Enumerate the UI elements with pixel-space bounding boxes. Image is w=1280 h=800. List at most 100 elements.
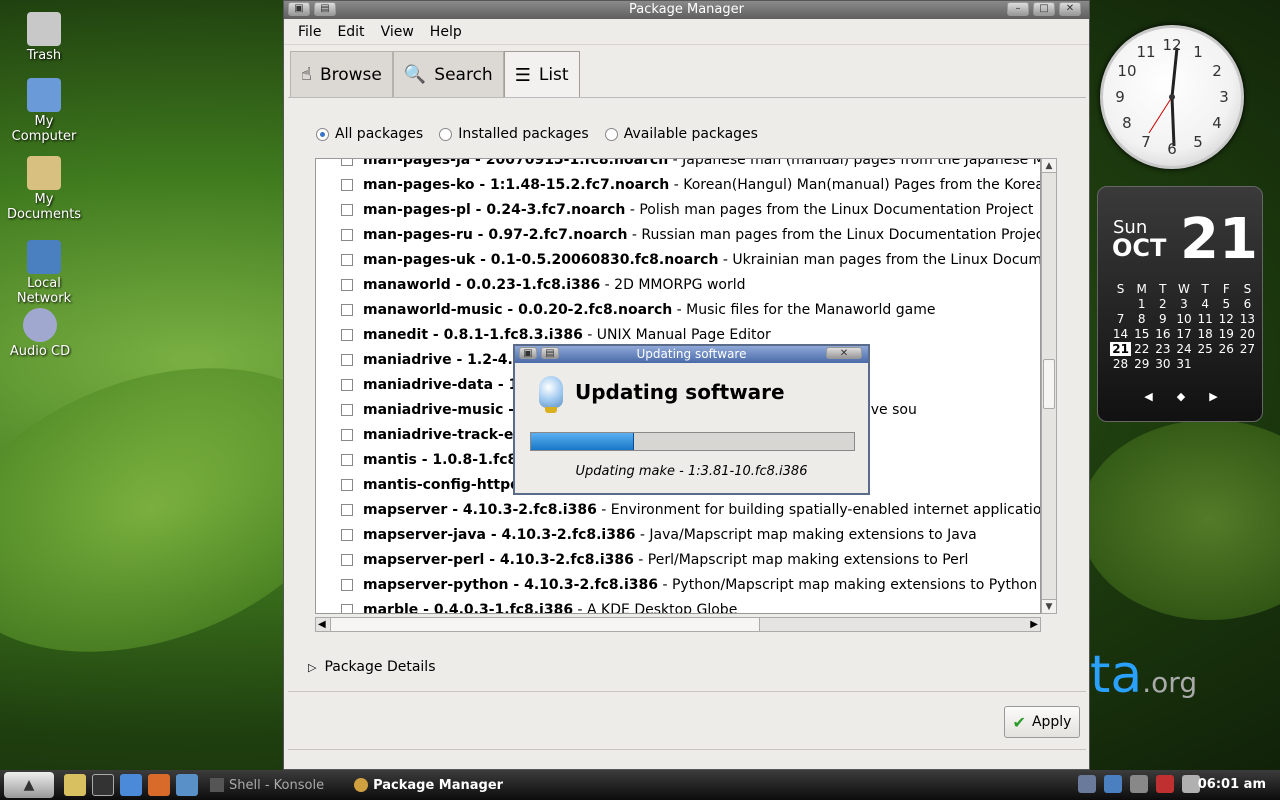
list-item[interactable]: man-pages-ko - 1:1.48-15.2.fc7.noarch - … xyxy=(316,172,1040,197)
package-checkbox[interactable] xyxy=(341,178,353,191)
konqueror-icon[interactable] xyxy=(120,774,142,796)
scroll-thumb[interactable] xyxy=(1043,359,1055,409)
package-checkbox[interactable] xyxy=(341,553,353,566)
list-item[interactable]: mapserver - 4.10.3-2.fc8.i386 - Environm… xyxy=(316,497,1040,522)
calendar-day-cell[interactable]: 17 xyxy=(1173,327,1194,341)
calendar-day-cell[interactable] xyxy=(1237,357,1258,371)
calendar-day-cell[interactable]: 19 xyxy=(1216,327,1237,341)
package-checkbox[interactable] xyxy=(341,428,353,441)
desktop-icon[interactable]: My Computer xyxy=(4,78,84,144)
dialog-sticky-icon[interactable]: ▤ xyxy=(541,347,559,359)
calendar-day-cell[interactable]: 2 xyxy=(1152,297,1173,311)
radio-indicator[interactable] xyxy=(604,127,618,141)
calendar-day-cell[interactable]: 10 xyxy=(1173,312,1194,326)
calendar-day-cell[interactable]: 21 xyxy=(1110,342,1132,356)
scroll-up-icon[interactable]: ▲ xyxy=(1042,159,1056,173)
calendar-day-cell[interactable]: 18 xyxy=(1195,327,1216,341)
dialog-close-icon[interactable]: ✕ xyxy=(826,347,862,359)
tray-lock-icon[interactable] xyxy=(1078,775,1096,793)
calendar-day-cell[interactable]: 12 xyxy=(1216,312,1237,326)
calendar-day-cell[interactable] xyxy=(1195,357,1216,371)
list-item[interactable]: mapserver-python - 4.10.3-2.fc8.i386 - P… xyxy=(316,572,1040,597)
package-checkbox[interactable] xyxy=(341,253,353,266)
calendar-day-cell[interactable]: 3 xyxy=(1173,297,1194,311)
menu-view[interactable]: View xyxy=(373,24,422,40)
list-item[interactable]: man-pages-pl - 0.24-3.fc7.noarch - Polis… xyxy=(316,197,1040,222)
package-checkbox[interactable] xyxy=(341,159,353,166)
list-item[interactable]: manaworld - 0.0.23-1.fc8.i386 - 2D MMORP… xyxy=(316,272,1040,297)
hscroll-thumb[interactable] xyxy=(330,618,760,631)
calendar-day-cell[interactable]: 11 xyxy=(1195,312,1216,326)
scroll-right-icon[interactable]: ▶ xyxy=(1030,618,1038,631)
taskbar-clock[interactable]: 06:01 am xyxy=(1198,777,1266,792)
tray-network-icon[interactable] xyxy=(1104,775,1122,793)
vertical-scrollbar[interactable]: ▲ ▼ xyxy=(1041,158,1057,614)
calendar-day-cell[interactable]: 8 xyxy=(1131,312,1152,326)
desktop-icon[interactable]: My Documents xyxy=(4,156,84,222)
tab-search[interactable]: 🔍 Search xyxy=(392,51,504,97)
tray-update-alert-icon[interactable] xyxy=(1156,775,1174,793)
package-checkbox[interactable] xyxy=(341,203,353,216)
list-item[interactable]: manaworld-music - 0.0.20-2.fc8.noarch - … xyxy=(316,297,1040,322)
task-konsole[interactable]: Shell - Konsole xyxy=(210,778,324,793)
package-checkbox[interactable] xyxy=(341,403,353,416)
dialog-menu-icon[interactable]: ▣ xyxy=(519,347,537,359)
filter-radio[interactable]: Available packages xyxy=(604,126,758,142)
calendar-day-cell[interactable]: 26 xyxy=(1216,342,1237,356)
menu-edit[interactable]: Edit xyxy=(329,24,372,40)
list-item[interactable]: man-pages-uk - 0.1-0.5.20060830.fc8.noar… xyxy=(316,247,1040,272)
tab-browse[interactable]: ☝ Browse xyxy=(290,51,393,97)
calendar-day-cell[interactable]: 29 xyxy=(1131,357,1152,371)
start-menu-button[interactable]: ▲ xyxy=(4,772,54,798)
package-checkbox[interactable] xyxy=(341,528,353,541)
calendar-day-cell[interactable]: 7 xyxy=(1110,312,1131,326)
calendar-day-cell[interactable]: 14 xyxy=(1110,327,1131,341)
close-icon[interactable]: ✕ xyxy=(1059,2,1081,16)
list-item[interactable]: man-pages-ru - 0.97-2.fc7.noarch - Russi… xyxy=(316,222,1040,247)
scroll-left-icon[interactable]: ◀ xyxy=(318,618,326,631)
package-checkbox[interactable] xyxy=(341,453,353,466)
calendar-day-cell[interactable]: 24 xyxy=(1173,342,1194,356)
package-details-expander[interactable]: ▷ Package Details xyxy=(308,659,435,675)
list-item[interactable]: marble - 0.4.0.3-1.fc8.i386 - A KDE Desk… xyxy=(316,597,1040,613)
calendar-day-cell[interactable]: 5 xyxy=(1216,297,1237,311)
calendar-day-cell[interactable] xyxy=(1110,297,1131,311)
dialog-titlebar[interactable]: Updating software ▣ ▤ ✕ xyxy=(515,346,868,363)
notes-icon[interactable] xyxy=(64,774,86,796)
radio-indicator[interactable] xyxy=(316,127,329,141)
desktop-icon[interactable]: Trash xyxy=(4,12,84,63)
window-titlebar[interactable]: Package Manager ▣ ▤ – □ ✕ xyxy=(284,1,1089,19)
calendar-day-cell[interactable]: 28 xyxy=(1110,357,1131,371)
calendar-day-cell[interactable]: 20 xyxy=(1237,327,1258,341)
prev-month-icon[interactable]: ◀ xyxy=(1144,390,1152,403)
package-checkbox[interactable] xyxy=(341,603,353,613)
package-checkbox[interactable] xyxy=(341,228,353,241)
tab-list[interactable]: ☰ List xyxy=(503,51,580,98)
package-checkbox[interactable] xyxy=(341,478,353,491)
list-item[interactable]: mapserver-java - 4.10.3-2.fc8.i386 - Jav… xyxy=(316,522,1040,547)
package-checkbox[interactable] xyxy=(341,303,353,316)
desktop-icon[interactable]: Local Network xyxy=(4,240,84,306)
calendar-day-cell[interactable]: 27 xyxy=(1237,342,1258,356)
window-menu-icon[interactable]: ▣ xyxy=(288,2,310,16)
today-icon[interactable]: ◆ xyxy=(1177,390,1185,403)
list-item[interactable]: man-pages-ja - 20070915-1.fc8.noarch - J… xyxy=(316,159,1040,172)
apply-button[interactable]: ✔ Apply xyxy=(1004,706,1080,738)
desktop-icon[interactable]: Audio CD xyxy=(0,308,80,359)
next-month-icon[interactable]: ▶ xyxy=(1209,390,1217,403)
calendar-day-cell[interactable]: 23 xyxy=(1152,342,1173,356)
package-checkbox[interactable] xyxy=(341,328,353,341)
terminal-icon[interactable] xyxy=(92,774,114,796)
list-item[interactable]: mapserver-perl - 4.10.3-2.fc8.i386 - Per… xyxy=(316,547,1040,572)
tray-plug-icon[interactable] xyxy=(1130,775,1148,793)
calendar-day-cell[interactable]: 6 xyxy=(1237,297,1258,311)
calendar-day-cell[interactable] xyxy=(1216,357,1237,371)
calendar-day-cell[interactable]: 15 xyxy=(1131,327,1152,341)
minimize-icon[interactable]: – xyxy=(1007,2,1029,16)
package-checkbox[interactable] xyxy=(341,278,353,291)
network-icon[interactable] xyxy=(176,774,198,796)
calendar-day-cell[interactable]: 25 xyxy=(1195,342,1216,356)
calendar-day-cell[interactable]: 1 xyxy=(1131,297,1152,311)
calendar-day-cell[interactable]: 31 xyxy=(1173,357,1194,371)
radio-indicator[interactable] xyxy=(439,127,453,141)
